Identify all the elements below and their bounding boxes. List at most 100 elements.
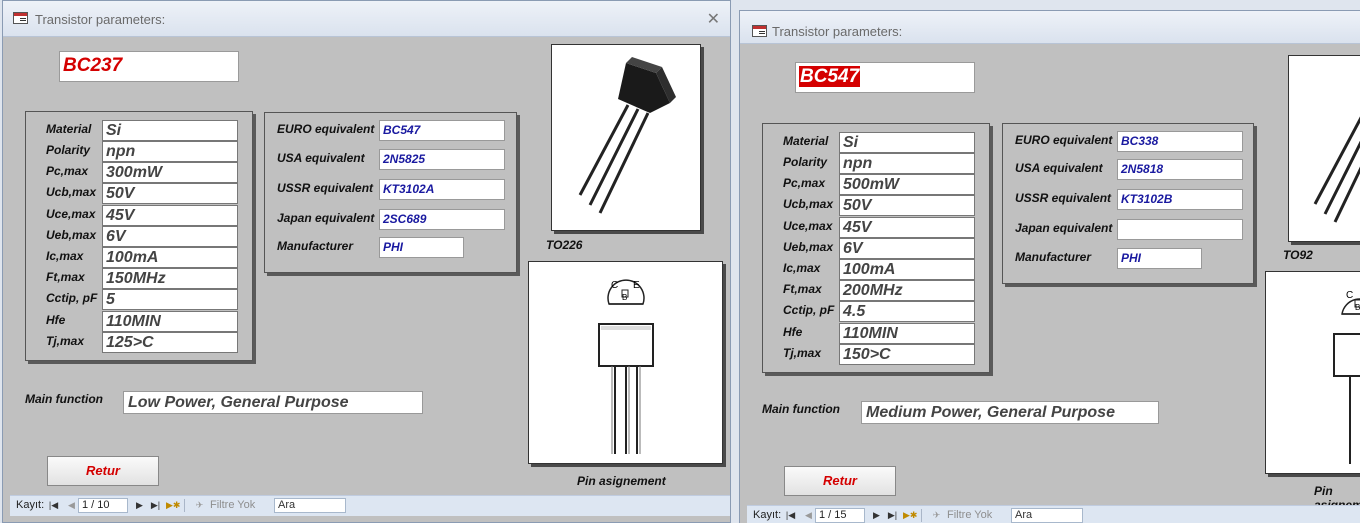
- equiv-label-euro: EURO equivalent: [1015, 133, 1113, 147]
- equiv-value-usa[interactable]: 2N5825: [379, 149, 505, 170]
- first-record-icon[interactable]: |◀: [48, 499, 59, 512]
- new-record-icon[interactable]: ▶✱: [903, 509, 917, 522]
- record-label: Kayıt:: [16, 499, 45, 511]
- param-value-hfe[interactable]: 110MIN: [102, 311, 238, 332]
- param-value-ic-max[interactable]: 100mA: [839, 259, 975, 280]
- next-record-icon[interactable]: ▶: [871, 509, 882, 522]
- return-button[interactable]: Retur: [47, 456, 159, 486]
- transistor-window-1: Transistor parameters: ✕ BC237 Material …: [2, 0, 731, 523]
- equivalents-panel: EURO equivalent BC338 USA equivalent 2N5…: [1002, 123, 1254, 284]
- main-function-field[interactable]: Medium Power, General Purpose: [861, 401, 1159, 424]
- filter-status[interactable]: Filtre Yok: [210, 496, 255, 515]
- param-value-ueb-max[interactable]: 6V: [839, 238, 975, 259]
- record-navigation-bar: Kayıt: |◀ ◀ 1 / 10 ▶ ▶| ▶✱ ✈ Filtre Yok …: [10, 495, 730, 516]
- filter-icon[interactable]: ✈: [931, 509, 942, 522]
- record-navigation-bar: Kayıt: |◀ ◀ 1 / 15 ▶ ▶| ▶✱ ✈ Filtre Yok …: [747, 505, 1360, 523]
- equiv-value-ussr[interactable]: KT3102B: [1117, 189, 1243, 210]
- filter-icon[interactable]: ✈: [194, 499, 205, 512]
- main-function-label: Main function: [762, 402, 840, 416]
- transistor-drawing: [578, 57, 676, 214]
- equiv-value-usa[interactable]: 2N5818: [1117, 159, 1243, 180]
- search-input[interactable]: Ara: [1011, 508, 1083, 523]
- current-record-field[interactable]: 1 / 15: [815, 508, 865, 523]
- pin-e-label: E: [633, 280, 640, 291]
- nav-separator: [184, 499, 185, 512]
- current-record-field[interactable]: 1 / 10: [78, 498, 128, 513]
- equiv-value-japan[interactable]: [1117, 219, 1243, 240]
- equiv-value-euro[interactable]: BC338: [1117, 131, 1243, 152]
- pin-assignment-caption: Pin asignement: [577, 474, 666, 488]
- close-button[interactable]: ✕: [707, 9, 720, 29]
- transistor-window-2: Transistor parameters: BC547 Material Si…: [739, 10, 1360, 523]
- search-input[interactable]: Ara: [274, 498, 346, 513]
- param-label-hfe: Hfe: [783, 325, 803, 339]
- param-value-polarity[interactable]: npn: [839, 153, 975, 174]
- param-label-hfe: Hfe: [46, 313, 66, 327]
- equiv-label-ussr: USSR equivalent: [1015, 191, 1112, 205]
- param-value-tj-max[interactable]: 150>C: [839, 344, 975, 365]
- param-label-ueb-max: Ueb,max: [46, 228, 97, 242]
- equiv-value-japan[interactable]: 2SC689: [379, 209, 505, 230]
- param-label-pc-max: Pc,max: [46, 164, 89, 178]
- param-value-tj-max[interactable]: 125>C: [102, 332, 238, 353]
- equiv-value-ussr[interactable]: KT3102A: [379, 179, 505, 200]
- equiv-label-japan: Japan equivalent: [1015, 221, 1113, 235]
- param-value-uce-max[interactable]: 45V: [102, 205, 238, 226]
- param-label-tj-max: Tj,max: [46, 334, 85, 348]
- param-value-pc-max[interactable]: 500mW: [839, 174, 975, 195]
- param-value-cctip[interactable]: 4.5: [839, 301, 975, 322]
- param-label-polarity: Polarity: [46, 143, 91, 157]
- pin-c-label: C: [611, 280, 618, 291]
- package-label: TO92: [1283, 248, 1313, 262]
- param-label-ic-max: Ic,max: [783, 261, 821, 275]
- prev-record-icon[interactable]: ◀: [66, 499, 77, 512]
- param-value-ic-max[interactable]: 100mA: [102, 247, 238, 268]
- main-function-label: Main function: [25, 392, 103, 406]
- param-value-ft-max[interactable]: 150MHz: [102, 268, 238, 289]
- param-value-material[interactable]: Si: [839, 132, 975, 153]
- equivalents-panel: EURO equivalent BC547 USA equivalent 2N5…: [264, 112, 517, 273]
- param-value-cctip[interactable]: 5: [102, 289, 238, 310]
- pin-diagram: C B E: [598, 279, 654, 454]
- pin-assignment-image: C B E: [528, 261, 723, 464]
- transistor-name-selection: BC547: [799, 66, 861, 87]
- equiv-label-manufacturer: Manufacturer: [1015, 250, 1092, 264]
- equiv-value-manufacturer[interactable]: PHI: [379, 237, 464, 258]
- equiv-label-japan: Japan equivalent: [277, 211, 375, 225]
- next-record-icon[interactable]: ▶: [134, 499, 145, 512]
- parameters-panel: Material Si Polarity npn Pc,max 300mW Uc…: [25, 111, 253, 361]
- equiv-label-euro: EURO equivalent: [277, 122, 375, 136]
- equiv-value-euro[interactable]: BC547: [379, 120, 505, 141]
- param-value-hfe[interactable]: 110MIN: [839, 323, 975, 344]
- prev-record-icon[interactable]: ◀: [803, 509, 814, 522]
- transistor-name-field[interactable]: BC237: [59, 51, 239, 82]
- param-value-material[interactable]: Si: [102, 120, 238, 141]
- param-label-polarity: Polarity: [783, 155, 828, 169]
- param-value-uce-max[interactable]: 45V: [839, 217, 975, 238]
- last-record-icon[interactable]: ▶|: [887, 509, 898, 522]
- filter-status[interactable]: Filtre Yok: [947, 506, 992, 523]
- param-label-material: Material: [46, 122, 92, 136]
- equiv-value-manufacturer[interactable]: PHI: [1117, 248, 1202, 269]
- new-record-icon[interactable]: ▶✱: [166, 499, 180, 512]
- param-value-ueb-max[interactable]: 6V: [102, 226, 238, 247]
- main-function-field[interactable]: Low Power, General Purpose: [123, 391, 423, 414]
- return-button[interactable]: Retur: [784, 466, 896, 496]
- param-value-ft-max[interactable]: 200MHz: [839, 280, 975, 301]
- param-label-ucb-max: Ucb,max: [783, 197, 834, 211]
- last-record-icon[interactable]: ▶|: [150, 499, 161, 512]
- first-record-icon[interactable]: |◀: [785, 509, 796, 522]
- param-value-ucb-max[interactable]: 50V: [102, 183, 238, 204]
- pin-b-label: B: [622, 293, 627, 302]
- pin-diagram: C B E: [1333, 290, 1360, 464]
- param-value-ucb-max[interactable]: 50V: [839, 195, 975, 216]
- param-value-pc-max[interactable]: 300mW: [102, 162, 238, 183]
- transistor-name-field[interactable]: BC547: [795, 62, 975, 93]
- param-value-polarity[interactable]: npn: [102, 141, 238, 162]
- param-label-cctip: Cctip, pF: [46, 291, 98, 305]
- param-label-ueb-max: Ueb,max: [783, 240, 834, 254]
- param-label-cctip: Cctip, pF: [783, 303, 835, 317]
- record-label: Kayıt:: [753, 509, 782, 521]
- form-icon: [752, 25, 767, 37]
- pin-assignment-image: C B E: [1265, 271, 1360, 474]
